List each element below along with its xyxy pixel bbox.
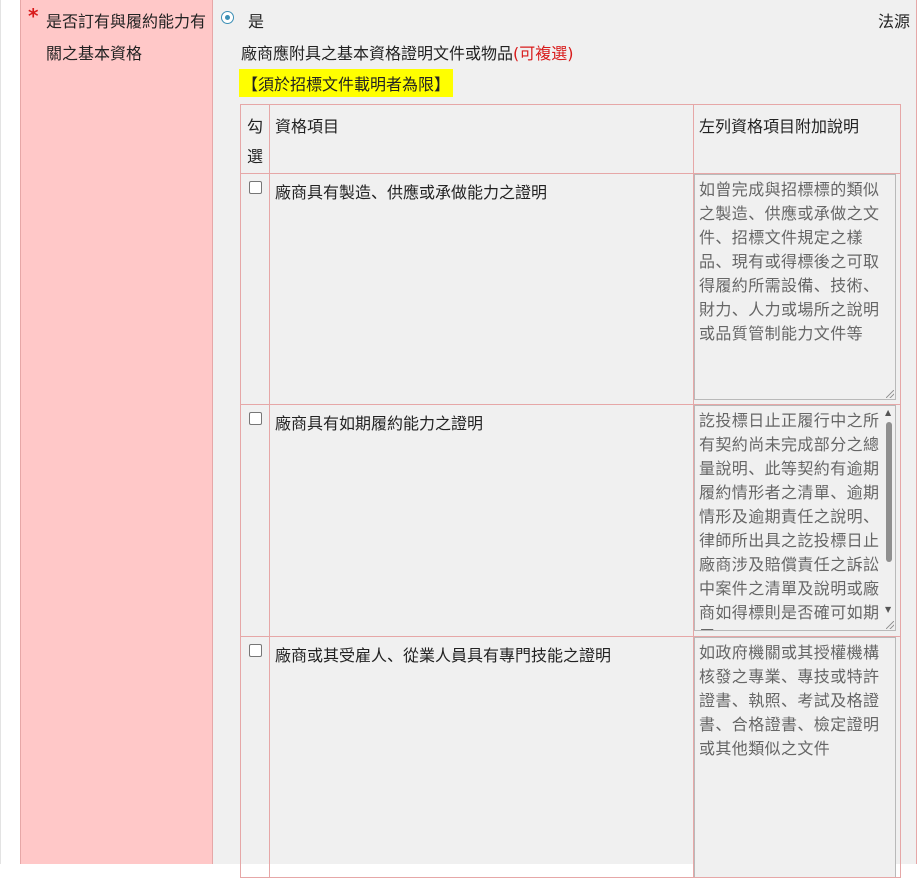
textarea-scrollbar[interactable]: ▲ ▼ [883, 406, 895, 630]
row-note-cell: 訖投標日止正履行中之所有契約尚未完成部分之總量說明、此等契約有逾期履約情形者之清… [693, 404, 901, 637]
row-item-cell: 廠商具有如期履約能力之證明 [269, 404, 694, 637]
table-header-row: 勾選 資格項目 左列資格項目附加說明 [240, 104, 901, 174]
row-note-cell: 如政府機關或其授權機構核發之專業、專技或特許證書、執照、考試及格證書、合格證書、… [693, 636, 901, 878]
radio-yes-label[interactable]: 是 [248, 8, 264, 32]
scroll-down-arrow-icon[interactable]: ▼ [885, 606, 892, 614]
radio-selected-dot [225, 15, 230, 20]
radio-yes[interactable] [221, 11, 234, 24]
page-left-border [0, 0, 1, 864]
header-check: 勾選 [240, 104, 270, 174]
row-checkbox[interactable] [249, 181, 262, 194]
note-textarea[interactable]: 如政府機關或其授權機構核發之專業、專技或特許證書、執照、考試及格證書、合格證書、… [694, 637, 896, 877]
qualification-description: 廠商應附具之基本資格證明文件或物品(可複選) [241, 40, 574, 64]
header-item: 資格項目 [269, 104, 694, 174]
qualification-item-label: 廠商具有製造、供應或承做能力之證明 [275, 183, 548, 202]
row-checkbox[interactable] [249, 644, 262, 657]
row-item-cell: 廠商或其受雇人、從業人員具有專門技能之證明 [269, 636, 694, 878]
qualification-item-label: 廠商或其受雇人、從業人員具有專門技能之證明 [275, 646, 612, 665]
note-textarea[interactable]: 訖投標日止正履行中之所有契約尚未完成部分之總量說明、此等契約有逾期履約情形者之清… [694, 405, 896, 631]
qualification-table: 勾選 資格項目 左列資格項目附加說明 廠商具有製造、供應或承做能力之證明 如曾完… [240, 104, 901, 878]
row-checkbox[interactable] [249, 412, 262, 425]
row-check-cell [240, 404, 270, 637]
note-text: 訖投標日止正履行中之所有契約尚未完成部分之總量說明、此等契約有逾期履約情形者之清… [699, 411, 880, 630]
resize-grip-icon[interactable] [886, 621, 894, 629]
table-row: 廠商具有製造、供應或承做能力之證明 如曾完成與招標標的類似之製造、供應或承做之文… [240, 173, 901, 405]
note-text: 如政府機關或其授權機構核發之專業、專技或特許證書、執照、考試及格證書、合格證書、… [699, 643, 880, 758]
header-note-label: 左列資格項目附加說明 [699, 117, 860, 136]
description-text: 廠商應附具之基本資格證明文件或物品 [241, 44, 514, 63]
row-item-cell: 廠商具有製造、供應或承做能力之證明 [269, 173, 694, 405]
scrollbar-thumb[interactable] [886, 422, 892, 562]
header-check-label: 勾選 [247, 117, 264, 166]
header-note: 左列資格項目附加說明 [693, 104, 901, 174]
legal-source-label: 法源 [878, 12, 911, 31]
row-note-cell: 如曾完成與招標標的類似之製造、供應或承做之文件、招標文件規定之樣品、現有或得標後… [693, 173, 901, 405]
header-item-label: 資格項目 [275, 117, 340, 136]
qualification-item-label: 廠商具有如期履約能力之證明 [275, 414, 484, 433]
field-label-cell: * 是否訂有與履約能力有關之基本資格 [20, 0, 213, 864]
field-label: 是否訂有與履約能力有關之基本資格 [46, 12, 207, 63]
scroll-up-arrow-icon[interactable]: ▲ [885, 409, 892, 417]
row-check-cell [240, 636, 270, 878]
note-textarea[interactable]: 如曾完成與招標標的類似之製造、供應或承做之文件、招標文件規定之樣品、現有或得標後… [694, 174, 896, 400]
table-row: 廠商具有如期履約能力之證明 訖投標日止正履行中之所有契約尚未完成部分之總量說明、… [240, 404, 901, 637]
tender-notice-highlight: 【須於招標文件載明者為限】 [239, 69, 454, 97]
table-row: 廠商或其受雇人、從業人員具有專門技能之證明 如政府機關或其授權機構核發之專業、專… [240, 636, 901, 878]
required-asterisk: * [28, 4, 39, 28]
row-check-cell [240, 173, 270, 405]
resize-grip-icon[interactable] [886, 390, 894, 398]
note-text: 如曾完成與招標標的類似之製造、供應或承做之文件、招標文件規定之樣品、現有或得標後… [699, 180, 880, 343]
multi-select-hint: (可複選) [513, 44, 574, 63]
